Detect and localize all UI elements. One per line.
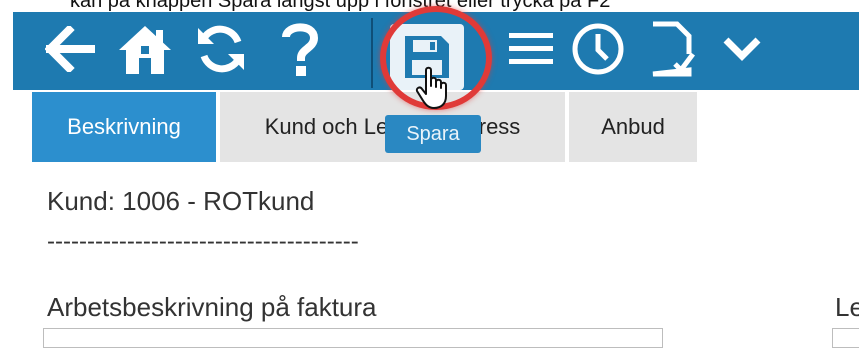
back-button[interactable] <box>41 20 99 78</box>
tab-beskrivning[interactable]: Beskrivning <box>32 92 216 162</box>
save-tooltip: Spara <box>385 115 481 153</box>
tab-label: Anbud <box>601 114 665 139</box>
separator-line: --------------------------------------- <box>47 228 359 255</box>
help-button[interactable] <box>275 20 325 78</box>
invoice-description-label: Arbetsbeskrivning på faktura <box>47 292 377 322</box>
customer-info: Kund: 1006 - ROTkund <box>47 186 315 216</box>
hand-cursor-icon <box>415 66 447 109</box>
invoice-description-input[interactable] <box>43 328 663 348</box>
right-field-label: Le <box>835 292 859 322</box>
history-button[interactable] <box>568 20 628 78</box>
clock-icon <box>572 23 624 75</box>
document-check-button[interactable] <box>647 20 697 78</box>
refresh-button[interactable] <box>191 20 251 78</box>
tab-label: Beskrivning <box>67 114 181 139</box>
home-icon <box>119 26 171 74</box>
refresh-icon <box>198 25 244 73</box>
list-icon <box>509 33 553 64</box>
document-check-icon <box>652 21 695 77</box>
home-button[interactable] <box>113 20 177 78</box>
tab-anbud[interactable]: Anbud <box>569 92 697 162</box>
arrow-left-icon <box>45 26 95 72</box>
chevron-down-icon <box>723 37 761 61</box>
instruction-text: kan på knappen Spara längst upp i fönstr… <box>70 0 611 12</box>
help-icon <box>282 23 319 76</box>
toolbar-separator <box>371 18 373 88</box>
more-dropdown-button[interactable] <box>719 20 765 78</box>
list-button[interactable] <box>505 20 557 78</box>
right-field-input[interactable] <box>832 328 859 348</box>
